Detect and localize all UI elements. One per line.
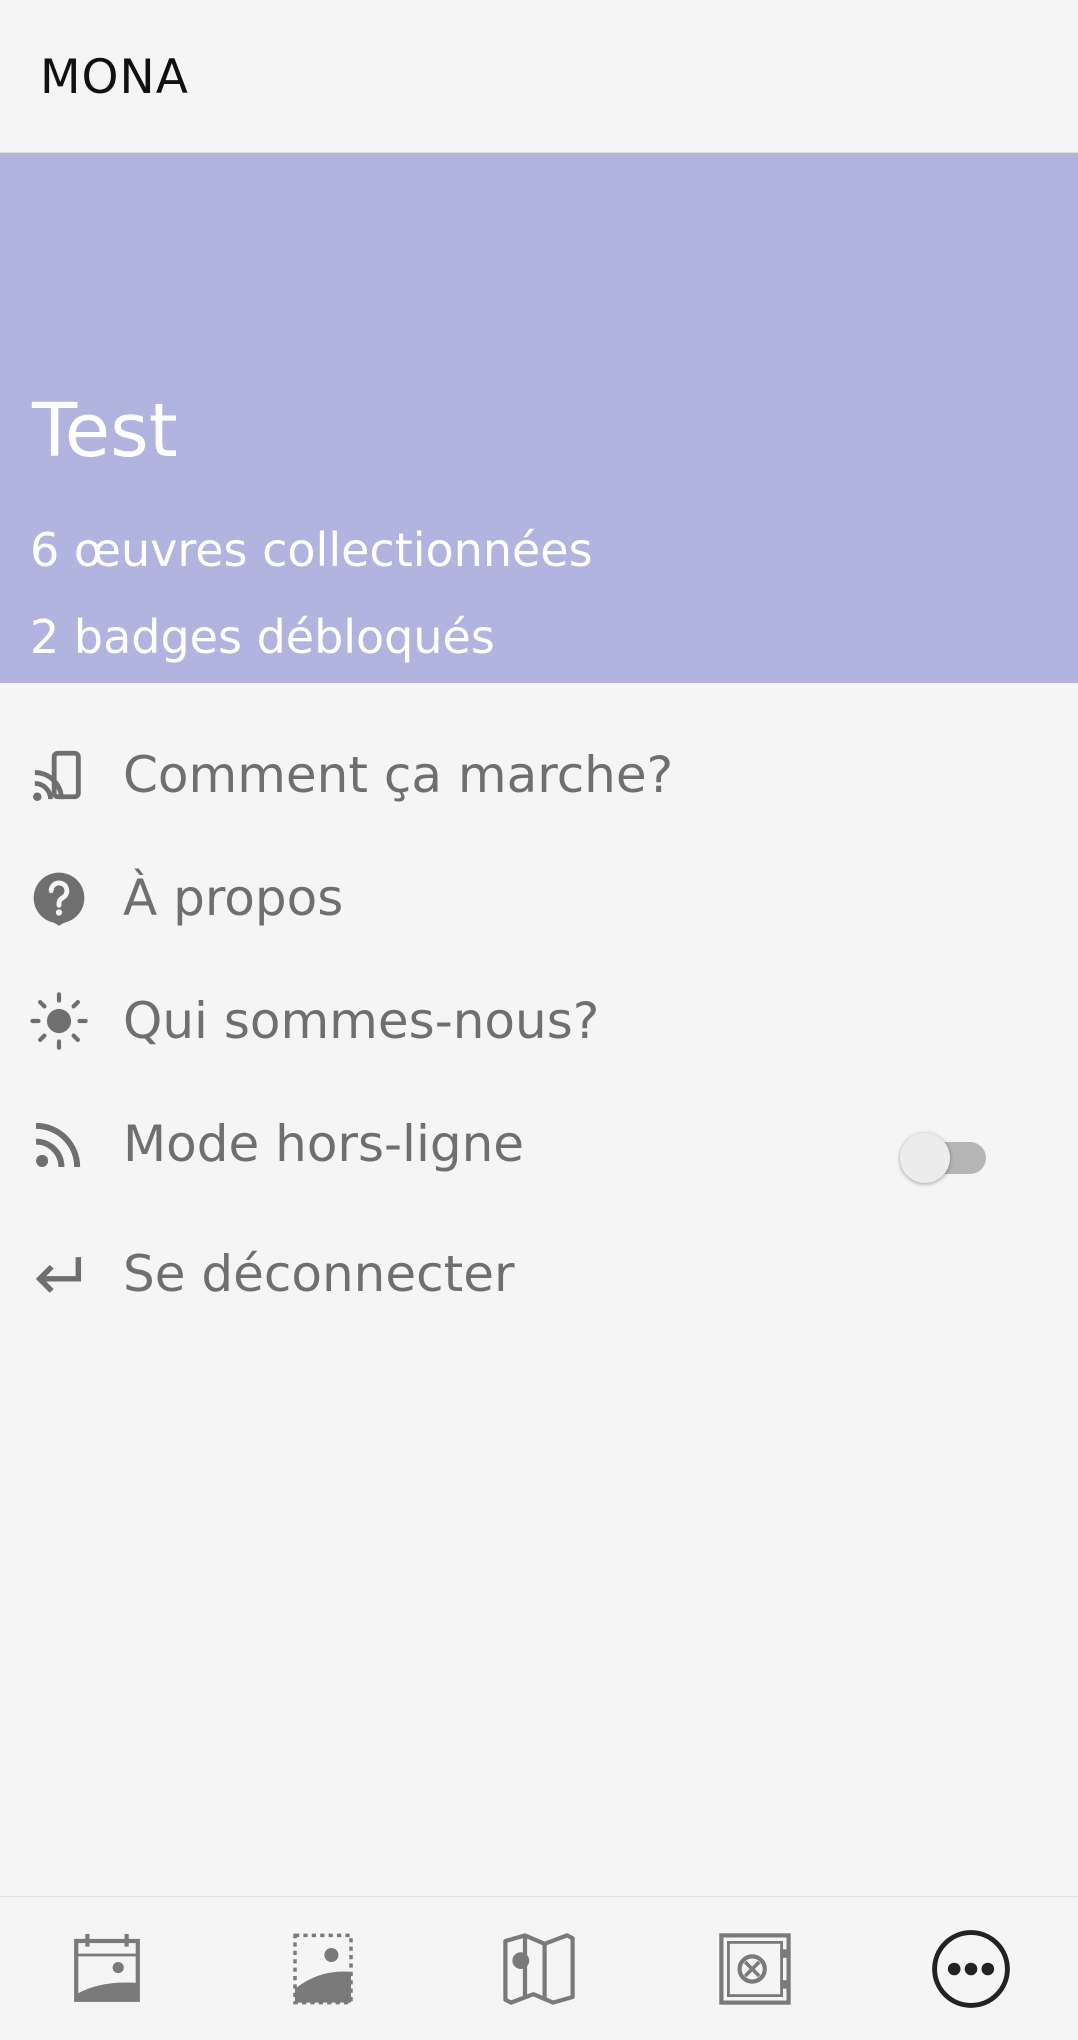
menu-item-offline-mode[interactable]: Mode hors-ligne [0,1089,1078,1199]
more-icon [932,1930,1010,2008]
works-collected-count: 6 œuvres collectionnées [30,523,593,577]
rss-feed-icon [30,1115,88,1173]
collection-gallery-icon [293,1933,353,2005]
nav-collection[interactable] [281,1927,365,2011]
sun-icon [30,992,88,1050]
nav-more[interactable] [929,1927,1013,2011]
vault-icon [719,1933,791,2005]
badges-unlocked-count: 2 badges débloqués [30,610,495,664]
app-title: MONA [40,50,189,105]
bottom-navigation [0,1896,1078,2040]
nav-vault[interactable] [713,1927,797,2011]
menu-label-how-it-works: Comment ça marche? [123,746,674,804]
map-icon [503,1933,575,2005]
menu-label-who-are-we: Qui sommes-nous? [123,992,600,1050]
nav-map[interactable] [497,1927,581,2011]
help-bubble-icon [30,869,88,927]
menu-item-about[interactable]: À propos [0,843,1078,953]
daily-artwork-icon [74,1934,140,2002]
menu-item-how-it-works[interactable]: Comment ça marche? [0,720,1078,830]
toggle-thumb [900,1133,950,1183]
logout-arrow-icon [30,1245,88,1303]
nav-daily-artwork[interactable] [65,1927,149,2011]
menu-item-who-are-we[interactable]: Qui sommes-nous? [0,966,1078,1076]
cast-phone-icon [30,746,88,804]
profile-header: Test 6 œuvres collectionnées 2 badges dé… [0,153,1078,683]
app-bar: MONA [0,0,1078,153]
menu-item-logout[interactable]: Se déconnecter [0,1219,1078,1329]
profile-name: Test [32,388,178,474]
offline-mode-toggle[interactable] [900,1133,988,1183]
menu-label-logout: Se déconnecter [123,1245,515,1303]
menu-label-about: À propos [123,869,344,927]
menu-label-offline-mode: Mode hors-ligne [123,1115,525,1173]
